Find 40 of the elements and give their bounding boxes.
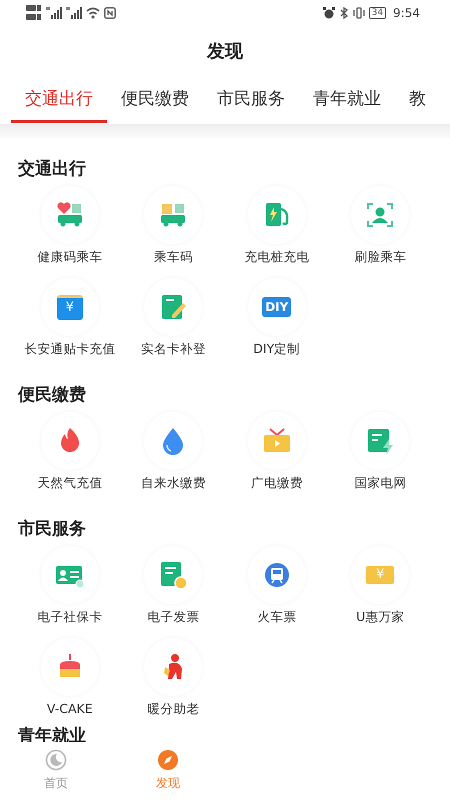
ticket-icon: ¥ <box>366 566 394 584</box>
signal-icon <box>66 7 82 19</box>
service-item[interactable]: 电子社保卡 <box>18 546 122 626</box>
service-item[interactable]: ¥ 长安通贴卡充值 <box>18 278 122 358</box>
sim-icon <box>26 4 42 22</box>
page-title: 发现 <box>206 40 244 64</box>
signal-icon <box>46 7 62 19</box>
service-item[interactable]: V-CAKE <box>18 638 122 718</box>
section-heading: 市民服务 <box>17 518 87 541</box>
wallet-icon: ¥ <box>56 294 83 320</box>
service-item[interactable]: 广电缴费 <box>225 412 328 492</box>
service-item[interactable]: 国家电网 <box>328 412 432 492</box>
battery-level: 34 <box>368 7 386 19</box>
moon-circle-icon <box>45 749 67 771</box>
service-item[interactable]: 刷脸乘车 <box>328 186 432 266</box>
category-tab[interactable]: 便民缴费 <box>107 78 203 123</box>
service-item[interactable]: 健康码乘车 <box>18 186 122 266</box>
service-item[interactable]: 火车票 <box>225 546 328 626</box>
service-item[interactable]: 自来水缴费 <box>122 412 225 492</box>
section-heading: 交通出行 <box>17 158 87 181</box>
service-item[interactable]: 电子发票 <box>122 546 225 626</box>
category-tab[interactable]: 教 <box>395 78 440 123</box>
status-time: 9:54 <box>393 6 420 20</box>
service-item[interactable]: ¥ U惠万家 <box>328 546 432 626</box>
service-item[interactable]: 充电桩充电 <box>225 186 328 266</box>
service-item[interactable]: 暖分助老 <box>122 638 225 718</box>
bluetooth-icon <box>338 7 349 19</box>
alarm-icon <box>322 7 335 19</box>
diy-icon: DIY <box>262 297 292 317</box>
compass-icon <box>157 749 179 771</box>
section-heading: 便民缴费 <box>16 384 87 407</box>
service-item[interactable]: 天然气充值 <box>18 412 122 492</box>
category-tab[interactable]: 青年就业 <box>299 78 395 123</box>
service-item[interactable]: DIY DIY定制 <box>225 278 328 358</box>
nfc-icon <box>104 7 116 19</box>
category-tab[interactable]: 市民服务 <box>203 78 299 123</box>
wifi-icon <box>86 7 100 19</box>
vibrate-icon <box>352 7 365 19</box>
service-item[interactable]: 乘车码 <box>122 186 225 266</box>
service-item[interactable]: 实名卡补登 <box>122 278 225 358</box>
